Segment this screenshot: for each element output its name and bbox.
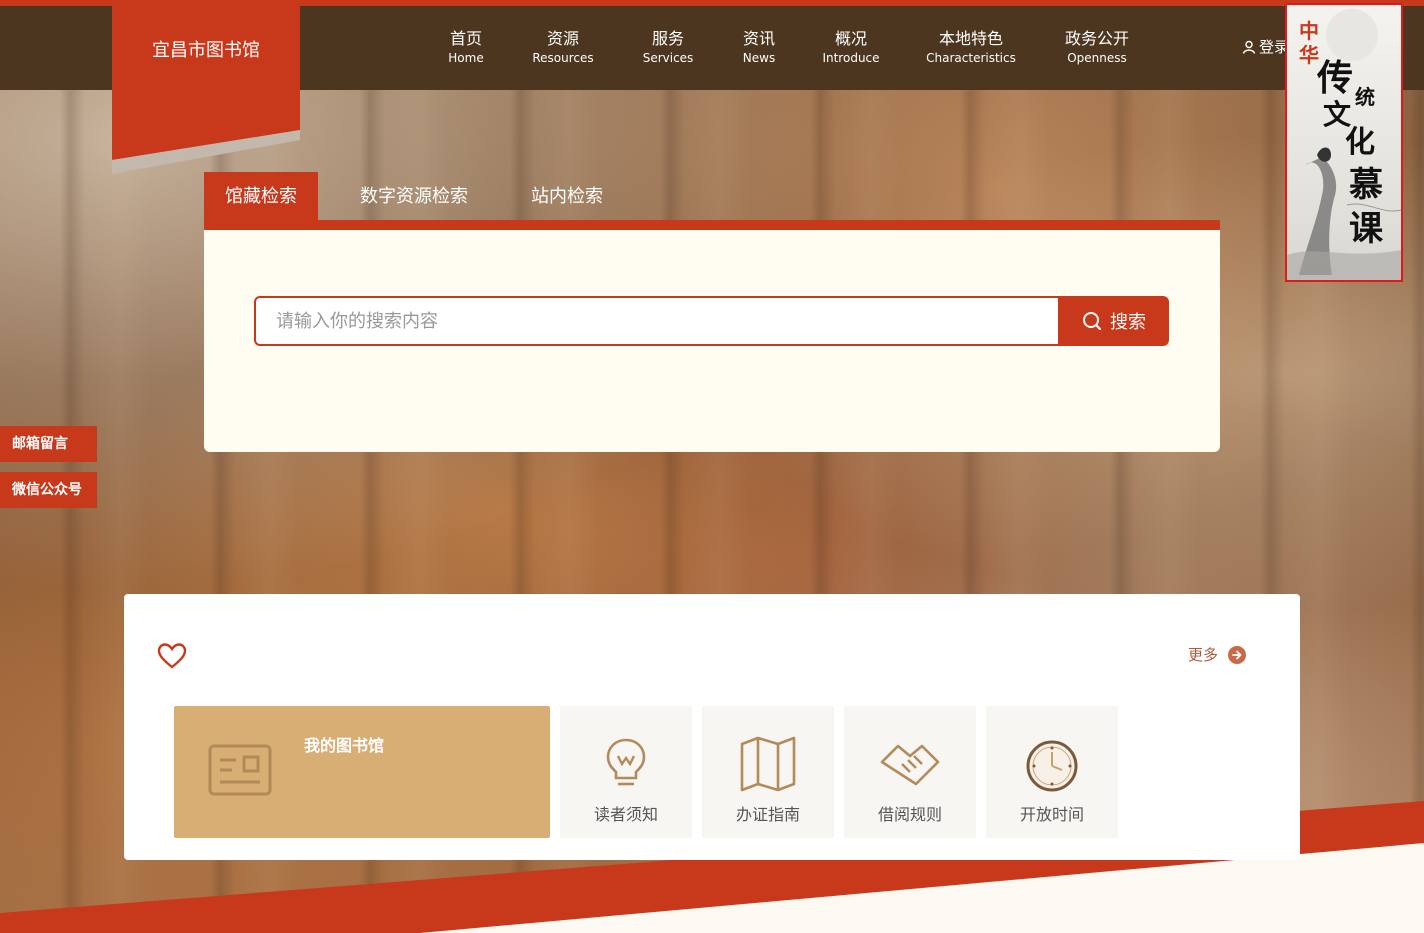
nav-item-home[interactable]: 首页 Home — [448, 28, 483, 66]
my-library-title: 我的图书馆 — [304, 736, 385, 755]
nav-item-en: Resources — [532, 51, 594, 65]
nav-item-en: News — [742, 51, 776, 65]
map-icon — [740, 736, 796, 792]
more-link[interactable]: 更多 — [1188, 644, 1247, 665]
promo-char: 课 — [1349, 209, 1383, 249]
nav-item-cn: 资讯 — [742, 29, 775, 48]
nav-item-cn: 本地特色 — [938, 29, 1003, 48]
tab-digital-resource-search[interactable]: 数字资源检索 — [338, 172, 490, 222]
more-label: 更多 — [1188, 646, 1219, 664]
service-label: 读者须知 — [593, 805, 658, 824]
service-borrowing-rules[interactable]: 借阅规则 — [844, 706, 976, 838]
nav-item-services[interactable]: 服务 Services — [643, 28, 694, 66]
service-label: 开放时间 — [1019, 805, 1084, 824]
user-icon — [1242, 40, 1256, 54]
nav-item-cn: 首页 — [449, 29, 482, 48]
search-input[interactable] — [254, 296, 1060, 346]
nav-item-en: Introduce — [822, 51, 880, 65]
search-button-label: 搜索 — [1110, 312, 1146, 332]
nav-item-cn: 服务 — [651, 29, 685, 48]
promo-char: 华 — [1299, 43, 1319, 67]
nav-item-resources[interactable]: 资源 Resources — [532, 28, 593, 66]
logo-tail-decoration — [112, 128, 300, 174]
service-opening-hours[interactable]: 开放时间 — [986, 706, 1118, 838]
promo-banner[interactable]: 中 华 传 统 文 化 慕 课 — [1285, 3, 1403, 282]
side-tab-email[interactable]: 邮箱留言 — [0, 426, 97, 462]
side-tab-wechat[interactable]: 微信公众号 — [0, 472, 97, 508]
nav-item-en: Openness — [1067, 51, 1127, 65]
handshake-icon — [880, 744, 940, 786]
service-label: 借阅规则 — [877, 805, 942, 824]
nav-item-cn: 概况 — [834, 29, 868, 48]
promo-char: 化 — [1345, 125, 1375, 160]
service-card-guide[interactable]: 办证指南 — [702, 706, 834, 838]
id-card-icon — [208, 744, 272, 796]
nav-item-characteristics[interactable]: 本地特色 Characteristics — [926, 28, 1016, 66]
nav-item-en: Services — [642, 51, 694, 65]
tab-collection-search[interactable]: 馆藏检索 — [204, 172, 318, 222]
site-logo-text[interactable]: 宜昌市图书馆 — [112, 36, 300, 62]
heart-icon — [157, 643, 187, 669]
promo-char: 统 — [1355, 85, 1375, 109]
promo-char: 慕 — [1349, 165, 1383, 205]
nav-item-introduce[interactable]: 概况 Introduce — [822, 28, 879, 66]
service-label: 办证指南 — [735, 805, 800, 824]
nav-item-en: Characteristics — [926, 51, 1016, 65]
arrow-right-circle-icon — [1228, 645, 1247, 664]
nav-item-en: Home — [448, 51, 484, 65]
lightbulb-icon — [606, 738, 646, 786]
logo-block[interactable] — [112, 6, 300, 130]
nav-item-cn: 政务公开 — [1064, 29, 1130, 48]
nav-item-news[interactable]: 资讯 News — [743, 28, 775, 66]
tab-site-search[interactable]: 站内检索 — [512, 172, 622, 222]
search-icon — [1083, 312, 1101, 330]
login-link[interactable]: 登录 — [1242, 36, 1289, 57]
my-library-card[interactable]: 我的图书馆 — [174, 706, 550, 838]
clock-icon — [1026, 740, 1078, 792]
service-reader-notice[interactable]: 读者须知 — [560, 706, 692, 838]
nav-item-cn: 资源 — [546, 29, 580, 48]
nav-item-openness[interactable]: 政务公开 Openness — [1065, 28, 1129, 66]
search-button[interactable]: 搜索 — [1059, 296, 1169, 346]
